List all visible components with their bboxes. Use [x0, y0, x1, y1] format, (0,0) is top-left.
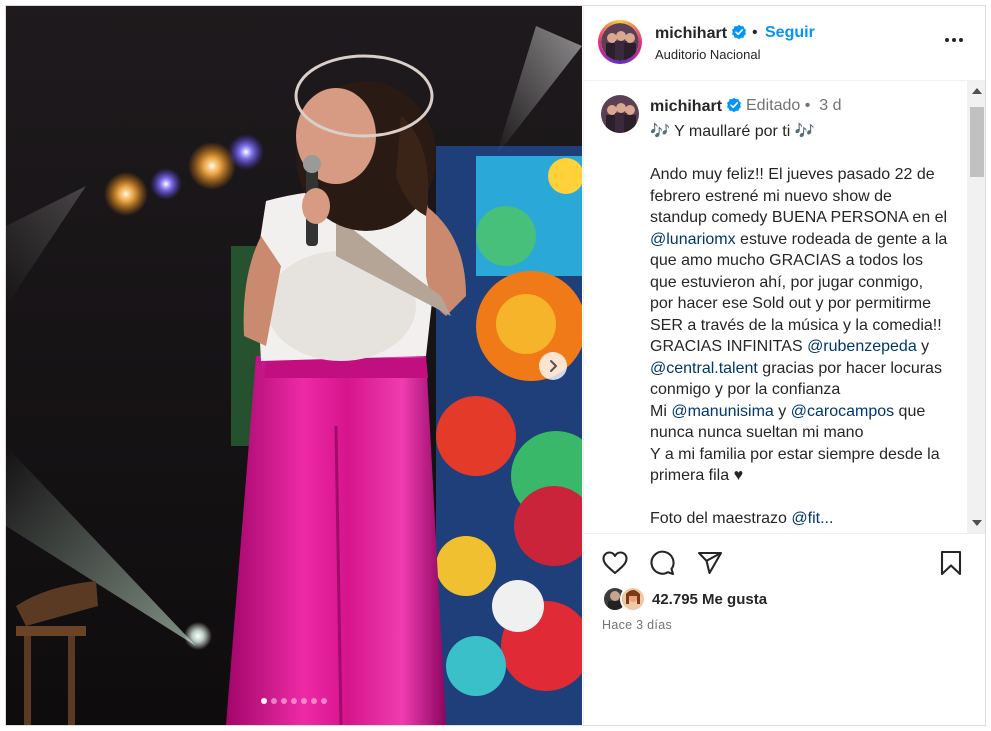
comment-icon	[650, 550, 675, 576]
avatar[interactable]	[601, 23, 639, 61]
likes-count[interactable]: 42.795 Me gusta	[652, 591, 767, 608]
carousel-dot	[271, 698, 277, 704]
verified-badge-icon	[727, 97, 742, 113]
liker-avatar[interactable]	[620, 586, 646, 612]
share-button[interactable]	[695, 548, 725, 578]
post-photo	[6, 6, 582, 725]
caption-paragraph: Foto del maestrazo @fit...	[650, 508, 950, 530]
caption-username-text[interactable]: michihart	[650, 98, 722, 115]
caption-segment: GRACIAS INFINITAS	[650, 338, 808, 355]
verified-badge-icon	[732, 24, 747, 40]
comments-section: michihart Editado • 3 d 🎶 Y maullaré por…	[584, 81, 985, 534]
post-timestamp[interactable]: Hace 3 días	[602, 618, 672, 632]
caption-meta: Editado • 3 d	[746, 97, 841, 115]
caption-title: 🎶 Y maullaré por ti 🎶	[650, 123, 815, 140]
action-bar	[584, 534, 985, 584]
mention-link[interactable]: @manunisima	[671, 403, 774, 420]
scrollbar-thumb[interactable]	[970, 107, 984, 177]
meta-separator: •	[804, 97, 811, 114]
heart-icon	[602, 551, 628, 575]
avatar-image	[601, 95, 639, 133]
mention-link[interactable]: @rubenzepeda	[807, 338, 917, 355]
avatar-image	[601, 23, 639, 61]
bookmark-icon	[940, 550, 962, 576]
carousel-dot	[311, 698, 317, 704]
header-username-text[interactable]: michihart	[655, 25, 727, 42]
post-age[interactable]: 3 d	[819, 97, 841, 114]
carousel-dot	[281, 698, 287, 704]
caption-segment: y	[773, 402, 791, 420]
carousel-next-button[interactable]	[539, 352, 567, 380]
scroll-up-arrow[interactable]	[967, 81, 985, 101]
header-separator: •	[752, 24, 758, 41]
scrollbar[interactable]	[967, 81, 985, 533]
chevron-right-icon	[550, 360, 557, 372]
mention-link[interactable]: @carocampos	[791, 403, 894, 420]
caption-paragraph: Mi @manunisima y @carocampos que nunca n…	[650, 401, 950, 444]
save-button[interactable]	[936, 548, 966, 578]
mention-link[interactable]: @fit...	[791, 510, 833, 527]
paper-plane-icon	[697, 551, 723, 575]
like-button[interactable]	[600, 548, 630, 578]
caption-segment: y	[916, 338, 930, 355]
carousel-dot	[291, 698, 297, 704]
scroll-down-arrow[interactable]	[967, 513, 985, 533]
comment-button[interactable]	[647, 548, 677, 578]
carousel-dot	[261, 698, 267, 704]
caption-segment: Ando muy feliz!! El jueves pasado 22 de …	[650, 166, 948, 226]
caption-segment: Mi	[650, 402, 672, 420]
caption-paragraph: Y a mi familia por estar siempre desde l…	[650, 445, 940, 485]
location-link[interactable]: Auditorio Nacional	[655, 47, 761, 62]
carousel-dot	[321, 698, 327, 704]
post-side-panel: michihart • Seguir Auditorio Nacional mi…	[583, 6, 985, 725]
caption-segment: Foto del maestrazo	[650, 510, 792, 527]
story-ring[interactable]	[598, 20, 642, 64]
post-dialog: michihart • Seguir Auditorio Nacional mi…	[5, 5, 986, 726]
caption-avatar[interactable]	[601, 95, 639, 133]
follow-button[interactable]: Seguir	[765, 24, 815, 42]
caption-paragraph: GRACIAS INFINITAS @rubenzepeda y @centra…	[650, 336, 950, 401]
mention-link[interactable]: @central.talent	[650, 360, 758, 377]
post-header: michihart • Seguir Auditorio Nacional	[584, 6, 985, 81]
caption-paragraph: Ando muy feliz!! El jueves pasado 22 de …	[650, 164, 950, 336]
likes-row: 42.795 Me gusta	[602, 586, 767, 612]
caption-username[interactable]: michihart	[650, 97, 742, 116]
caption-text: 🎶 Y maullaré por ti 🎶 Ando muy feliz!! E…	[650, 121, 950, 530]
more-options-icon[interactable]	[942, 32, 966, 48]
edited-label: Editado	[746, 97, 801, 114]
carousel-dot	[301, 698, 307, 704]
triangle-up-icon	[972, 88, 982, 94]
avatar-image	[622, 588, 644, 610]
header-username[interactable]: michihart	[655, 24, 747, 43]
post-media[interactable]	[6, 6, 582, 725]
mention-link[interactable]: @lunariomx	[650, 231, 736, 248]
carousel-indicator	[6, 698, 582, 704]
triangle-down-icon	[972, 520, 982, 526]
